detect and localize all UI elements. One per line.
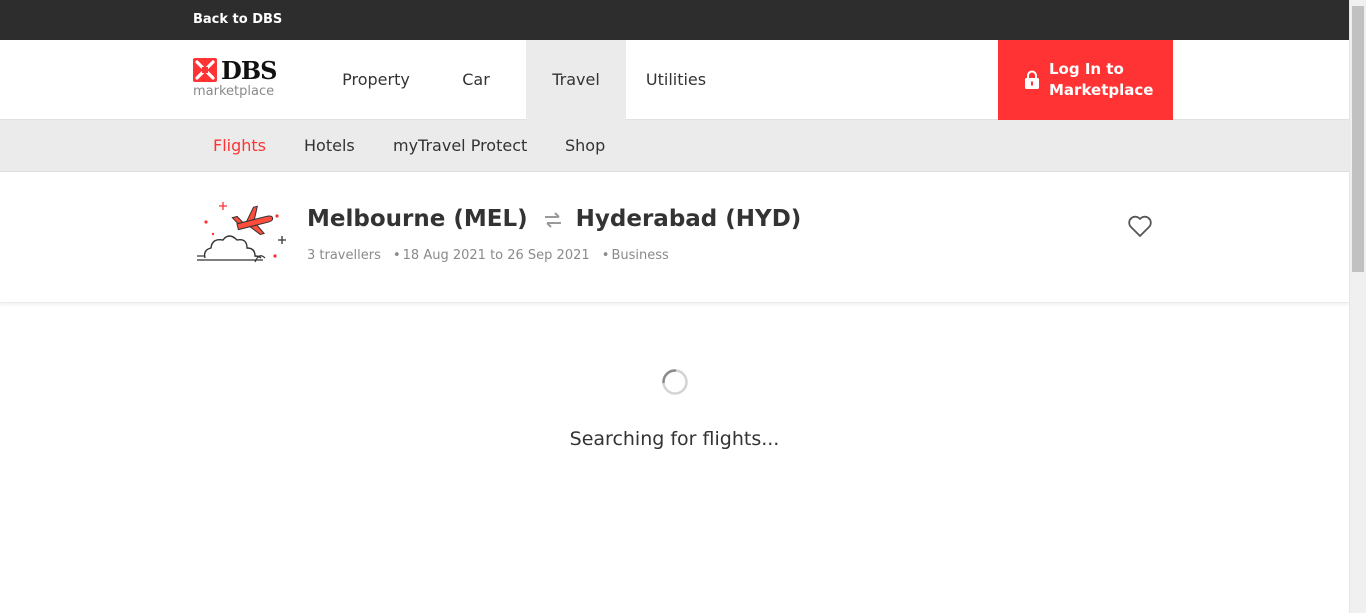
nav-item-utilities[interactable]: Utilities bbox=[636, 40, 716, 120]
login-button-label: Log In to Marketplace bbox=[1049, 60, 1154, 99]
subnav-item-flights[interactable]: Flights bbox=[213, 120, 266, 172]
top-bar: Back to DBS bbox=[0, 0, 1349, 40]
origin-city: Melbourne (MEL) bbox=[307, 206, 528, 232]
destination-city: Hyderabad (HYD) bbox=[575, 206, 802, 232]
scrollbar-thumb[interactable] bbox=[1352, 6, 1364, 272]
travel-dates: 18 Aug 2021 to 26 Sep 2021 bbox=[402, 248, 590, 263]
nav-item-travel[interactable]: Travel bbox=[526, 40, 626, 120]
nav-item-car[interactable]: Car bbox=[440, 40, 512, 120]
nav-item-property[interactable]: Property bbox=[322, 40, 430, 120]
travellers-count: 3 travellers bbox=[307, 248, 381, 263]
loading-status-text: Searching for flights... bbox=[569, 428, 780, 450]
loading-spinner-icon bbox=[662, 369, 688, 395]
heart-icon[interactable] bbox=[1127, 214, 1153, 238]
separator-dot: • bbox=[601, 248, 610, 263]
back-to-dbs-link[interactable]: Back to DBS bbox=[193, 12, 282, 27]
travel-subnav: Flights Hotels myTravel Protect Shop bbox=[0, 120, 1349, 172]
search-meta: 3 travellers • 18 Aug 2021 to 26 Sep 2021… bbox=[307, 248, 669, 263]
brand-name: DBS bbox=[221, 56, 277, 85]
separator-dot: • bbox=[392, 248, 401, 263]
search-summary: Melbourne (MEL) Hyderabad (HYD) 3 travel… bbox=[0, 172, 1349, 303]
subnav-item-hotels[interactable]: Hotels bbox=[304, 120, 355, 172]
swap-arrows-icon bbox=[544, 211, 561, 228]
lock-icon bbox=[1025, 70, 1039, 89]
main-header: DBS marketplace Property Car Travel Util… bbox=[0, 40, 1349, 120]
page-scrollbar[interactable] bbox=[1349, 0, 1366, 613]
airplane-illustration bbox=[197, 202, 286, 263]
brand-subtitle: marketplace bbox=[193, 84, 275, 99]
route-title: Melbourne (MEL) Hyderabad (HYD) bbox=[307, 206, 801, 232]
login-button[interactable]: Log In to Marketplace bbox=[998, 40, 1173, 120]
dbs-logo-icon bbox=[193, 58, 217, 82]
subnav-item-shop[interactable]: Shop bbox=[565, 120, 605, 172]
subnav-item-mytravel-protect[interactable]: myTravel Protect bbox=[393, 120, 527, 172]
cabin-class: Business bbox=[611, 248, 669, 263]
dbs-marketplace-logo[interactable]: DBS marketplace bbox=[193, 56, 283, 103]
